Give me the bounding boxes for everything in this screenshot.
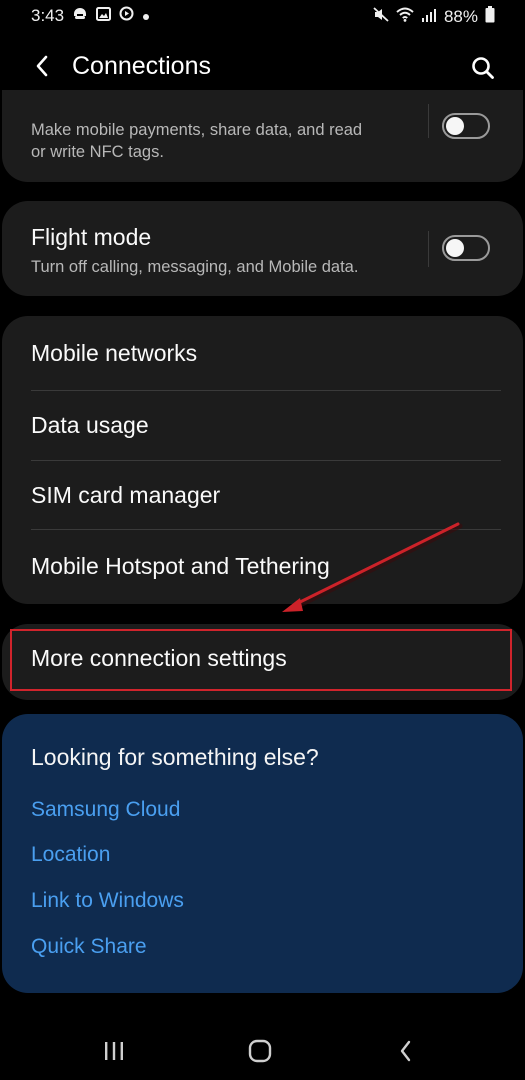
home-icon bbox=[248, 1039, 272, 1063]
link-samsung-cloud[interactable]: Samsung Cloud bbox=[31, 798, 180, 822]
system-nav-bar bbox=[0, 1020, 525, 1080]
back-icon bbox=[400, 1040, 411, 1062]
home-button[interactable] bbox=[238, 1034, 282, 1068]
recents-icon bbox=[105, 1042, 123, 1060]
link-link-to-windows[interactable]: Link to Windows bbox=[31, 889, 184, 913]
nav-back-button[interactable] bbox=[384, 1034, 428, 1068]
suggestions-title: Looking for something else? bbox=[31, 744, 319, 770]
arrow-head-icon bbox=[282, 598, 303, 612]
link-quick-share[interactable]: Quick Share bbox=[31, 935, 147, 959]
suggestions-card: Looking for something else? Samsung Clou… bbox=[2, 714, 523, 993]
link-location[interactable]: Location bbox=[31, 843, 110, 867]
recents-button[interactable] bbox=[92, 1034, 136, 1068]
